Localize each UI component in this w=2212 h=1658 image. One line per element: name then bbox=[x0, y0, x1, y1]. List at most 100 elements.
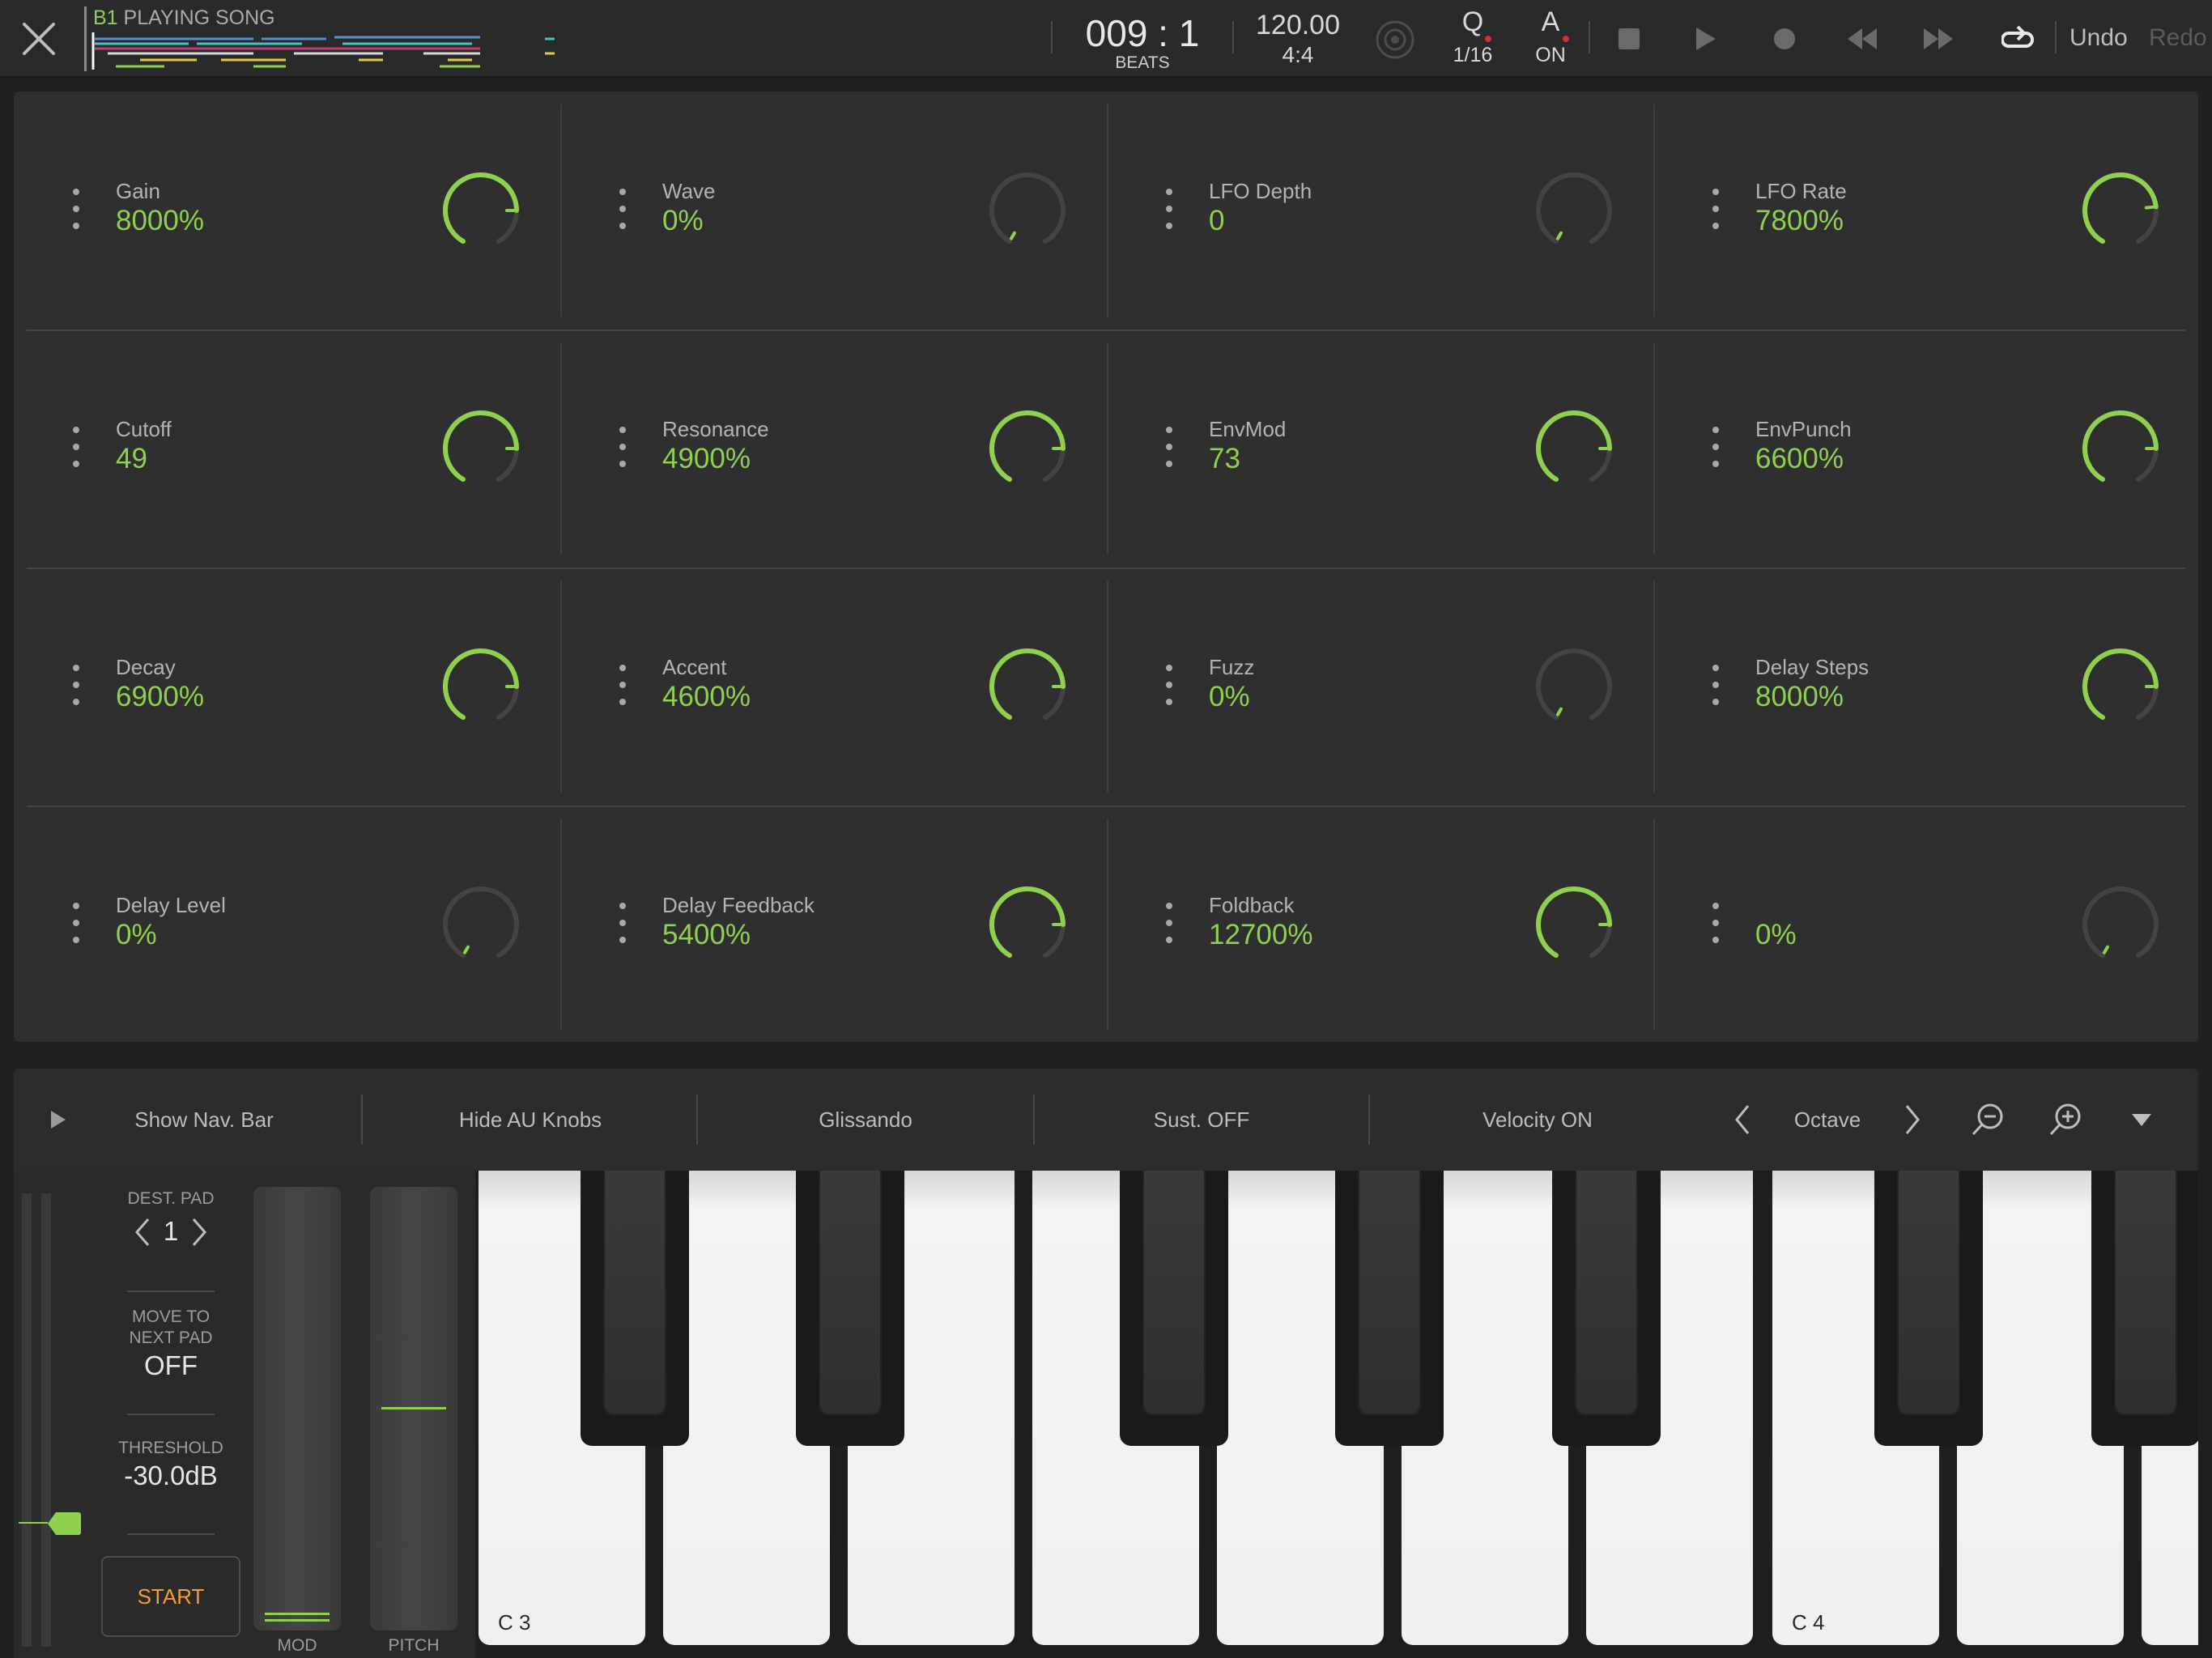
param-cell[interactable]: Delay Level 0% bbox=[14, 806, 560, 1044]
glissando-button[interactable]: Glissando bbox=[698, 1069, 1033, 1171]
more-options-icon[interactable] bbox=[617, 903, 628, 943]
dest-pad-prev-button[interactable] bbox=[130, 1216, 155, 1248]
black-key-g-sharp-3[interactable] bbox=[1335, 1171, 1444, 1446]
param-knob[interactable] bbox=[1532, 644, 1616, 729]
param-cell[interactable]: LFO Rate 7800% bbox=[1653, 91, 2200, 329]
play-button[interactable] bbox=[1682, 16, 1728, 62]
record-button[interactable] bbox=[1762, 16, 1807, 62]
dest-pad-next-button[interactable] bbox=[187, 1216, 211, 1248]
key-label: C 3 bbox=[498, 1610, 531, 1635]
black-key-f-sharp-3[interactable] bbox=[1120, 1171, 1228, 1446]
start-button[interactable]: START bbox=[101, 1556, 240, 1637]
param-cell[interactable]: Accent 4600% bbox=[560, 568, 1107, 806]
dot bbox=[1166, 699, 1172, 705]
more-options-icon[interactable] bbox=[1163, 189, 1175, 229]
options-dropdown-button[interactable] bbox=[2111, 1069, 2172, 1171]
more-options-icon[interactable] bbox=[70, 189, 82, 229]
knob-indicator bbox=[1556, 707, 1563, 716]
param-cell[interactable]: 0% bbox=[1653, 806, 2200, 1044]
dot bbox=[73, 427, 79, 433]
pitch-wheel[interactable] bbox=[370, 1187, 457, 1630]
more-options-icon[interactable] bbox=[617, 189, 628, 229]
param-knob[interactable] bbox=[985, 644, 1070, 729]
param-knob[interactable] bbox=[439, 882, 523, 967]
black-key-c-sharp-4[interactable] bbox=[1874, 1171, 1983, 1446]
param-cell[interactable]: Decay 6900% bbox=[14, 568, 560, 806]
zoom-out-button[interactable] bbox=[1957, 1069, 2018, 1171]
more-options-icon[interactable] bbox=[1710, 189, 1721, 229]
param-cell[interactable]: Wave 0% bbox=[560, 91, 1107, 329]
threshold-value[interactable]: -30.0dB bbox=[101, 1460, 240, 1491]
fast-forward-button[interactable] bbox=[1914, 16, 1963, 62]
chevron-right-icon bbox=[192, 1218, 206, 1246]
black-key-d-sharp-4[interactable] bbox=[2091, 1171, 2198, 1446]
param-cell[interactable]: Delay Feedback 5400% bbox=[560, 806, 1107, 1044]
undo-button[interactable]: Undo bbox=[2069, 24, 2128, 52]
tempo-display[interactable]: 120.00 4:4 bbox=[1247, 10, 1349, 71]
more-options-icon[interactable] bbox=[70, 427, 82, 467]
param-knob[interactable] bbox=[1532, 882, 1616, 967]
more-options-icon[interactable] bbox=[1710, 427, 1721, 467]
param-cell[interactable]: LFO Depth 0 bbox=[1107, 91, 1653, 329]
metronome-button[interactable] bbox=[1373, 18, 1417, 62]
black-key-c-sharp-3[interactable] bbox=[581, 1171, 689, 1446]
black-key-a-sharp-3[interactable] bbox=[1552, 1171, 1661, 1446]
more-options-icon[interactable] bbox=[617, 665, 628, 705]
more-options-icon[interactable] bbox=[1710, 665, 1721, 705]
param-cell[interactable]: EnvMod 73 bbox=[1107, 329, 1653, 568]
more-options-icon[interactable] bbox=[1163, 903, 1175, 943]
param-cell[interactable]: EnvPunch 6600% bbox=[1653, 329, 2200, 568]
more-options-icon[interactable] bbox=[70, 665, 82, 705]
param-cell[interactable]: Foldback 12700% bbox=[1107, 806, 1653, 1044]
param-knob[interactable] bbox=[439, 406, 523, 491]
song-overview[interactable]: B1 PLAYING SONG bbox=[84, 6, 555, 71]
move-to-next-pad-toggle[interactable]: MOVE TO NEXT PAD OFF bbox=[101, 1307, 240, 1397]
close-button[interactable] bbox=[0, 0, 78, 78]
param-knob[interactable] bbox=[439, 168, 523, 253]
param-knob[interactable] bbox=[985, 406, 1070, 491]
more-options-icon[interactable] bbox=[1710, 903, 1721, 943]
hide-au-knobs-button[interactable]: Hide AU Knobs bbox=[363, 1069, 698, 1171]
param-cell[interactable]: Gain 8000% bbox=[14, 91, 560, 329]
stop-button[interactable] bbox=[1606, 16, 1652, 62]
param-knob[interactable] bbox=[2078, 644, 2163, 729]
param-knob[interactable] bbox=[1532, 406, 1616, 491]
octave-up-button[interactable] bbox=[1884, 1069, 1941, 1171]
automation-button[interactable]: A ON bbox=[1524, 6, 1577, 71]
param-cell[interactable]: Resonance 4900% bbox=[560, 329, 1107, 568]
song-status: PLAYING SONG bbox=[123, 6, 275, 29]
loop-button[interactable] bbox=[1995, 16, 2040, 62]
threshold-handle[interactable] bbox=[46, 1511, 82, 1537]
more-options-icon[interactable] bbox=[1163, 665, 1175, 705]
redo-button[interactable]: Redo bbox=[2149, 24, 2207, 52]
rewind-button[interactable] bbox=[1838, 16, 1887, 62]
param-knob[interactable] bbox=[985, 882, 1070, 967]
param-knob[interactable] bbox=[1532, 168, 1616, 253]
quantize-button[interactable]: Q 1/16 bbox=[1446, 6, 1499, 71]
param-knob[interactable] bbox=[2078, 168, 2163, 253]
sustain-button[interactable]: Sust. OFF bbox=[1035, 1069, 1368, 1171]
mod-wheel[interactable] bbox=[253, 1187, 341, 1630]
param-knob[interactable] bbox=[985, 168, 1070, 253]
param-cell[interactable]: Fuzz 0% bbox=[1107, 568, 1653, 806]
dot bbox=[619, 682, 626, 688]
param-cell[interactable]: Cutoff 49 bbox=[14, 329, 560, 568]
velocity-button[interactable]: Velocity ON bbox=[1370, 1069, 1705, 1171]
black-key-d-sharp-3[interactable] bbox=[796, 1171, 904, 1446]
position-display[interactable]: 009 : 1 BEATS bbox=[1066, 11, 1219, 73]
show-nav-bar-button[interactable]: Show Nav. Bar bbox=[87, 1069, 321, 1171]
param-value: 73 bbox=[1209, 443, 1240, 474]
octave-down-button[interactable] bbox=[1714, 1069, 1771, 1171]
more-options-icon[interactable] bbox=[1163, 427, 1175, 467]
param-knob[interactable] bbox=[439, 644, 523, 729]
more-options-icon[interactable] bbox=[70, 903, 82, 943]
param-knob[interactable] bbox=[2078, 406, 2163, 491]
metronome-icon bbox=[1376, 20, 1414, 59]
more-options-icon[interactable] bbox=[617, 427, 628, 467]
knob-track bbox=[2082, 886, 2159, 959]
collapse-button[interactable] bbox=[30, 1069, 87, 1171]
param-value: 0% bbox=[116, 919, 157, 950]
zoom-in-button[interactable] bbox=[2035, 1069, 2096, 1171]
param-knob[interactable] bbox=[2078, 882, 2163, 967]
param-cell[interactable]: Delay Steps 8000% bbox=[1653, 568, 2200, 806]
